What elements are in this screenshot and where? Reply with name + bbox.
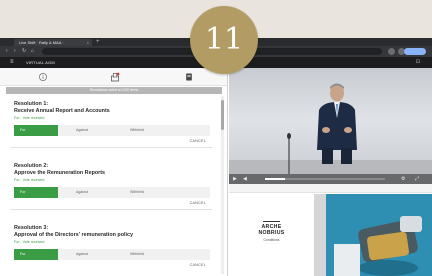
vote-against-button[interactable]: Against bbox=[76, 125, 88, 136]
back-icon[interactable]: ‹ bbox=[6, 46, 8, 57]
home-icon[interactable]: ⌂ bbox=[31, 46, 34, 57]
info-icon[interactable] bbox=[38, 72, 48, 82]
slide-divider bbox=[314, 194, 326, 276]
vote-status-banner: Resolutions voted on 2/20 items bbox=[6, 87, 222, 94]
vote-options: For Against Withheld bbox=[14, 125, 210, 136]
reload-icon[interactable]: ↻ bbox=[22, 46, 26, 57]
cancel-vote-button[interactable]: CANCEL bbox=[190, 139, 206, 144]
vote-withheld-button[interactable]: Withheld bbox=[130, 249, 144, 260]
resolution-number: Resolution 1: bbox=[14, 101, 49, 107]
microphone-stand bbox=[287, 133, 291, 174]
vote-status: For - Vote received bbox=[14, 240, 45, 244]
broadcast-panel: ▶ ◀ ⚙ ⤢ ARCHE NOBRIUS Conditions bbox=[229, 68, 432, 276]
resolution-card: Resolution 2: Approve the Remuneration R… bbox=[0, 163, 220, 223]
fullscreen-icon[interactable]: ⤢ bbox=[415, 174, 419, 184]
slide-brand-subtitle: Conditions bbox=[263, 238, 280, 242]
resolution-title: Receive Annual Report and Accounts bbox=[14, 108, 110, 114]
vote-withheld-button[interactable]: Withheld bbox=[130, 125, 144, 136]
resolution-card: Resolution 3: Approval of the Directors'… bbox=[0, 225, 220, 276]
exit-icon[interactable]: ⊡ bbox=[416, 57, 420, 68]
slide-caption-bar bbox=[229, 184, 432, 193]
divider bbox=[10, 209, 212, 210]
vote-status: For - Vote received bbox=[14, 116, 45, 120]
video-player[interactable]: ▶ ◀ ⚙ ⤢ bbox=[229, 68, 432, 184]
vote-icon[interactable] bbox=[110, 72, 120, 82]
vote-options: For Against Withheld bbox=[14, 249, 210, 260]
settings-icon[interactable]: ⚙ bbox=[401, 174, 405, 184]
speaker-image bbox=[317, 83, 357, 164]
vote-for-label: For bbox=[20, 252, 26, 256]
browser-tab[interactable]: Live Shift · Rally & M&A · × bbox=[14, 39, 92, 46]
profile-button[interactable] bbox=[404, 48, 426, 55]
vote-for-label: For bbox=[20, 190, 26, 194]
vote-for-button[interactable]: For bbox=[14, 187, 58, 198]
vote-status: For - Vote received bbox=[14, 178, 45, 182]
vote-against-button[interactable]: Against bbox=[76, 187, 88, 198]
voting-panel: Resolutions voted on 2/20 items Resoluti… bbox=[0, 68, 228, 276]
new-tab-icon[interactable]: + bbox=[96, 38, 100, 46]
divider bbox=[10, 147, 212, 148]
tab-title: Live Shift · Rally & M&A · bbox=[19, 40, 64, 45]
extension-icon[interactable] bbox=[388, 48, 395, 55]
vote-for-label: For bbox=[20, 128, 26, 132]
vote-for-button[interactable]: For bbox=[14, 249, 58, 260]
brand-rule bbox=[263, 221, 280, 222]
slide-brand-area: ARCHE NOBRIUS Conditions bbox=[229, 194, 314, 276]
resolution-title: Approval of the Directors' remuneration … bbox=[14, 232, 133, 238]
resolution-number: Resolution 2: bbox=[14, 163, 49, 169]
vote-against-button[interactable]: Against bbox=[76, 249, 88, 260]
vote-for-button[interactable]: For bbox=[14, 125, 58, 136]
tab-close-icon[interactable]: × bbox=[87, 39, 89, 46]
forward-icon[interactable]: › bbox=[14, 46, 16, 57]
resolution-card: Resolution 1: Receive Annual Report and … bbox=[0, 101, 220, 161]
seek-progress bbox=[265, 178, 285, 180]
player-controls: ▶ ◀ ⚙ ⤢ bbox=[229, 174, 432, 184]
volume-icon[interactable]: ◀ bbox=[243, 174, 247, 184]
resolution-number: Resolution 3: bbox=[14, 225, 49, 231]
vote-options: For Against Withheld bbox=[14, 187, 210, 198]
cancel-vote-button[interactable]: CANCEL bbox=[190, 201, 206, 206]
play-icon[interactable]: ▶ bbox=[233, 174, 237, 184]
app-title: VIRTUAL AGM bbox=[26, 60, 55, 65]
menu-icon[interactable]: ≡ bbox=[10, 57, 14, 68]
vote-status-text: Resolutions voted on 2/20 items bbox=[89, 88, 139, 92]
resolution-title: Approve the Remuneration Reports bbox=[14, 170, 106, 176]
step-number-badge: 11 bbox=[190, 6, 258, 74]
step-number: 11 bbox=[204, 22, 244, 57]
slide-brand-line2: NOBRIUS bbox=[258, 230, 285, 236]
presentation-slide: ARCHE NOBRIUS Conditions bbox=[229, 194, 432, 276]
scrollbar-thumb[interactable] bbox=[221, 100, 224, 130]
cancel-vote-button[interactable]: CANCEL bbox=[190, 263, 206, 268]
slide-product-image bbox=[334, 216, 422, 276]
vote-withheld-button[interactable]: Withheld bbox=[130, 187, 144, 198]
